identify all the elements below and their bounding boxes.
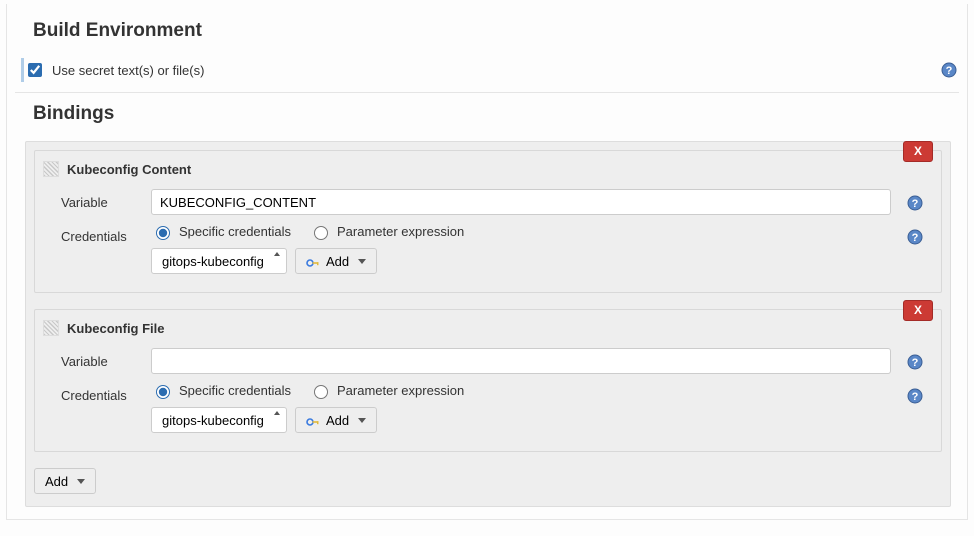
use-secret-checkbox[interactable] [28,63,42,77]
use-secret-label: Use secret text(s) or file(s) [52,63,941,78]
key-icon [306,256,320,266]
variable-label: Variable [61,189,141,210]
variable-label: Variable [61,348,141,369]
add-credential-label: Add [326,254,349,269]
add-binding-button[interactable]: Add [34,468,96,494]
key-icon [306,415,320,425]
radio-param-label: Parameter expression [337,383,464,398]
section-bindings: Bindings [33,103,959,125]
help-icon[interactable]: ? [941,62,957,78]
delete-binding-button[interactable]: X [903,300,933,321]
drag-handle-icon[interactable] [43,320,59,336]
chevron-down-icon [358,418,366,423]
radio-specific-input[interactable] [156,226,170,240]
binding-card: X Kubeconfig File Variable ? Credentials [34,309,942,452]
add-credential-button[interactable]: Add [295,248,377,274]
radio-parameter-expression[interactable]: Parameter expression [309,382,464,399]
add-credential-label: Add [326,413,349,428]
credentials-select[interactable]: gitops-kubeconfig [151,407,287,433]
svg-text:?: ? [946,65,953,77]
help-icon[interactable]: ? [907,382,923,404]
variable-input[interactable] [151,348,891,374]
binding-title: Kubeconfig File [67,321,165,336]
credentials-select[interactable]: gitops-kubeconfig [151,248,287,274]
svg-text:?: ? [912,232,919,244]
svg-text:?: ? [912,198,919,210]
radio-specific-label: Specific credentials [179,383,291,398]
radio-specific-input[interactable] [156,385,170,399]
help-icon[interactable]: ? [907,223,923,245]
svg-text:?: ? [912,391,919,403]
help-icon[interactable]: ? [907,189,923,211]
radio-specific-credentials[interactable]: Specific credentials [151,382,291,399]
radio-param-input[interactable] [314,385,328,399]
radio-param-input[interactable] [314,226,328,240]
bindings-area: X Kubeconfig Content Variable ? Credenti… [25,141,951,507]
drag-handle-icon[interactable] [43,161,59,177]
option-use-secret[interactable]: Use secret text(s) or file(s) ? [21,58,959,82]
binding-card: X Kubeconfig Content Variable ? Credenti… [34,150,942,293]
variable-input[interactable] [151,189,891,215]
chevron-down-icon [77,479,85,484]
section-build-environment: Build Environment [33,20,959,42]
radio-specific-credentials[interactable]: Specific credentials [151,223,291,240]
radio-param-label: Parameter expression [337,224,464,239]
credentials-label: Credentials [61,223,141,244]
svg-text:?: ? [912,357,919,369]
divider [15,92,959,93]
radio-specific-label: Specific credentials [179,224,291,239]
chevron-down-icon [358,259,366,264]
binding-title: Kubeconfig Content [67,162,191,177]
credentials-label: Credentials [61,382,141,403]
add-binding-label: Add [45,474,68,489]
radio-parameter-expression[interactable]: Parameter expression [309,223,464,240]
delete-binding-button[interactable]: X [903,141,933,162]
add-credential-button[interactable]: Add [295,407,377,433]
help-icon[interactable]: ? [907,348,923,370]
